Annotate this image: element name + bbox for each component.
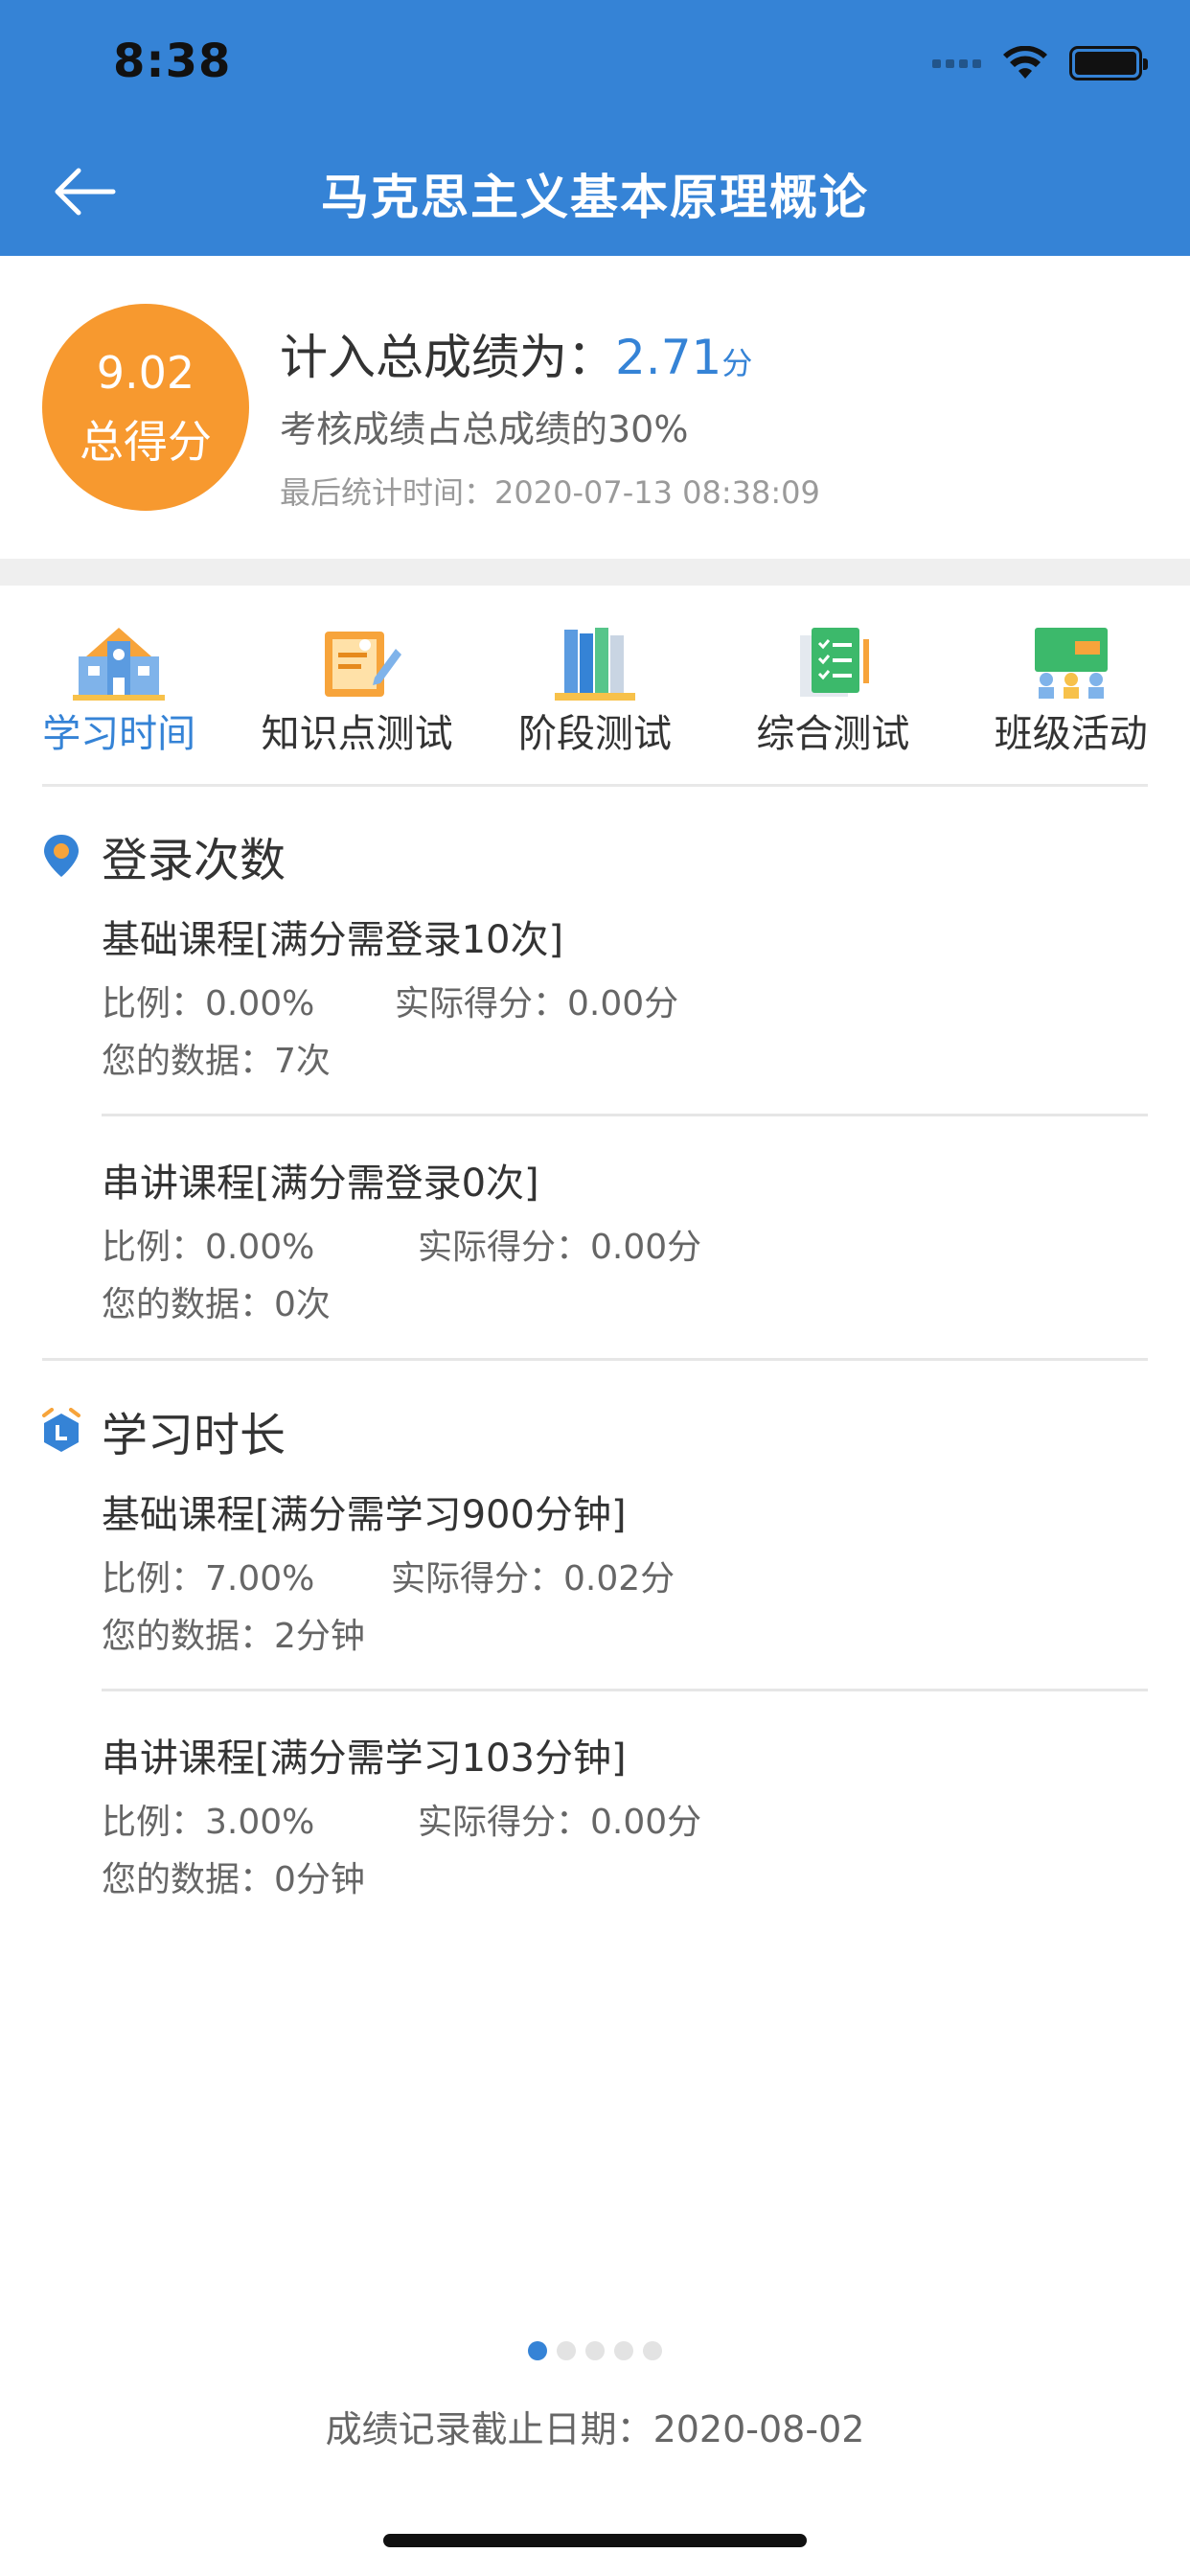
- checklist-icon: [800, 628, 870, 697]
- item-divider: [102, 1689, 1148, 1691]
- list-item-stats: 比例：0.00% 实际得分：0.00分: [102, 1219, 701, 1269]
- alarm-clock-icon: [42, 1408, 80, 1452]
- tab-label: 班级活动: [994, 712, 1148, 756]
- total-score-badge: 9.02 总得分: [42, 304, 249, 511]
- list-item-stats: 比例：3.00% 实际得分：0.00分: [102, 1794, 701, 1844]
- category-tabs: 学习时间 知识点测试 阶段测试 综合测试 班级活动: [0, 586, 1190, 785]
- status-indicators: [932, 46, 1148, 80]
- wifi-icon: [1003, 46, 1047, 79]
- score-ratio-text: 考核成绩占总成绩的30%: [280, 408, 689, 450]
- section-login-count-header: 登录次数: [40, 822, 286, 889]
- home-indicator[interactable]: [383, 2534, 807, 2547]
- header-bar: 8:38 马克思主义基本原理概论: [0, 0, 1190, 256]
- list-item-stats: 比例：0.00% 实际得分：0.00分: [102, 976, 678, 1025]
- list-item-stats: 比例：7.00% 实际得分：0.02分: [102, 1551, 675, 1600]
- total-score-value: 9.02: [96, 347, 195, 399]
- list-item-title: 基础课程[满分需学习900分钟]: [102, 1493, 627, 1537]
- location-pin-icon: [44, 835, 79, 877]
- section-study-duration-header: 学习时长: [40, 1397, 286, 1464]
- counted-score-value: 2.71: [615, 330, 722, 385]
- tab-comprehensive-test[interactable]: 综合测试: [714, 586, 951, 785]
- your-data-text: 您的数据：7次: [102, 1042, 331, 1081]
- tab-label: 知识点测试: [261, 712, 453, 756]
- tab-study-time[interactable]: 学习时间: [0, 586, 238, 785]
- counted-score-label: 计入总成绩为：: [280, 330, 615, 385]
- tab-label: 阶段测试: [517, 712, 672, 756]
- total-score-label: 总得分: [80, 416, 212, 468]
- actual-score-text: 实际得分：0.02分: [391, 1559, 675, 1598]
- list-item-title: 基础课程[满分需登录10次]: [102, 918, 564, 962]
- counted-score: 计入总成绩为：2.71分: [280, 319, 752, 388]
- score-summary: 9.02 总得分 计入总成绩为：2.71分 考核成绩占总成绩的30% 最后统计时…: [0, 256, 1190, 559]
- page-indicator: [0, 2341, 1190, 2360]
- ratio-text: 比例：3.00%: [102, 1803, 315, 1842]
- list-item-title: 串讲课程[满分需登录0次]: [102, 1162, 539, 1206]
- status-time: 8:38: [113, 34, 232, 88]
- actual-score-text: 实际得分：0.00分: [418, 1803, 702, 1842]
- last-updated-text: 最后统计时间：2020-07-13 08:38:09: [280, 474, 820, 511]
- page-dot-2[interactable]: [557, 2341, 576, 2360]
- actual-score-text: 实际得分：0.00分: [395, 984, 679, 1024]
- ratio-text: 比例：7.00%: [102, 1559, 315, 1598]
- tab-label: 综合测试: [756, 712, 910, 756]
- section-divider-line: [42, 1358, 1148, 1361]
- your-data-text: 您的数据：0次: [102, 1285, 331, 1324]
- classroom-icon: [1034, 628, 1108, 699]
- battery-icon: [1069, 46, 1148, 80]
- page-title: 马克思主义基本原理概论: [321, 170, 869, 225]
- section-title: 登录次数: [102, 834, 286, 887]
- school-icon: [73, 628, 166, 701]
- page-dot-3[interactable]: [585, 2341, 605, 2360]
- ratio-text: 比例：0.00%: [102, 1228, 315, 1267]
- ratio-text: 比例：0.00%: [102, 984, 315, 1024]
- counted-score-unit: 分: [721, 345, 753, 381]
- page-dot-5[interactable]: [643, 2341, 662, 2360]
- your-data-text: 您的数据：2分钟: [102, 1617, 365, 1656]
- notepad-icon: [324, 632, 401, 697]
- page-dot-4[interactable]: [614, 2341, 633, 2360]
- cellular-signal-icon: [932, 58, 981, 68]
- section-title: 学习时长: [102, 1409, 286, 1462]
- section-divider: [0, 559, 1190, 586]
- page-dot-1[interactable]: [528, 2341, 547, 2360]
- item-divider: [102, 1114, 1148, 1116]
- tab-class-activity[interactable]: 班级活动: [952, 586, 1190, 785]
- list-item-title: 串讲课程[满分需学习103分钟]: [102, 1736, 627, 1781]
- tab-knowledge-test[interactable]: 知识点测试: [238, 586, 475, 785]
- tab-stage-test[interactable]: 阶段测试: [476, 586, 714, 785]
- tabs-divider: [42, 784, 1148, 787]
- books-icon: [554, 628, 635, 701]
- your-data-text: 您的数据：0分钟: [102, 1860, 365, 1899]
- tab-label: 学习时间: [42, 712, 196, 756]
- record-cutoff-date: 成绩记录截止日期：2020-08-02: [325, 2408, 865, 2450]
- actual-score-text: 实际得分：0.00分: [418, 1228, 702, 1267]
